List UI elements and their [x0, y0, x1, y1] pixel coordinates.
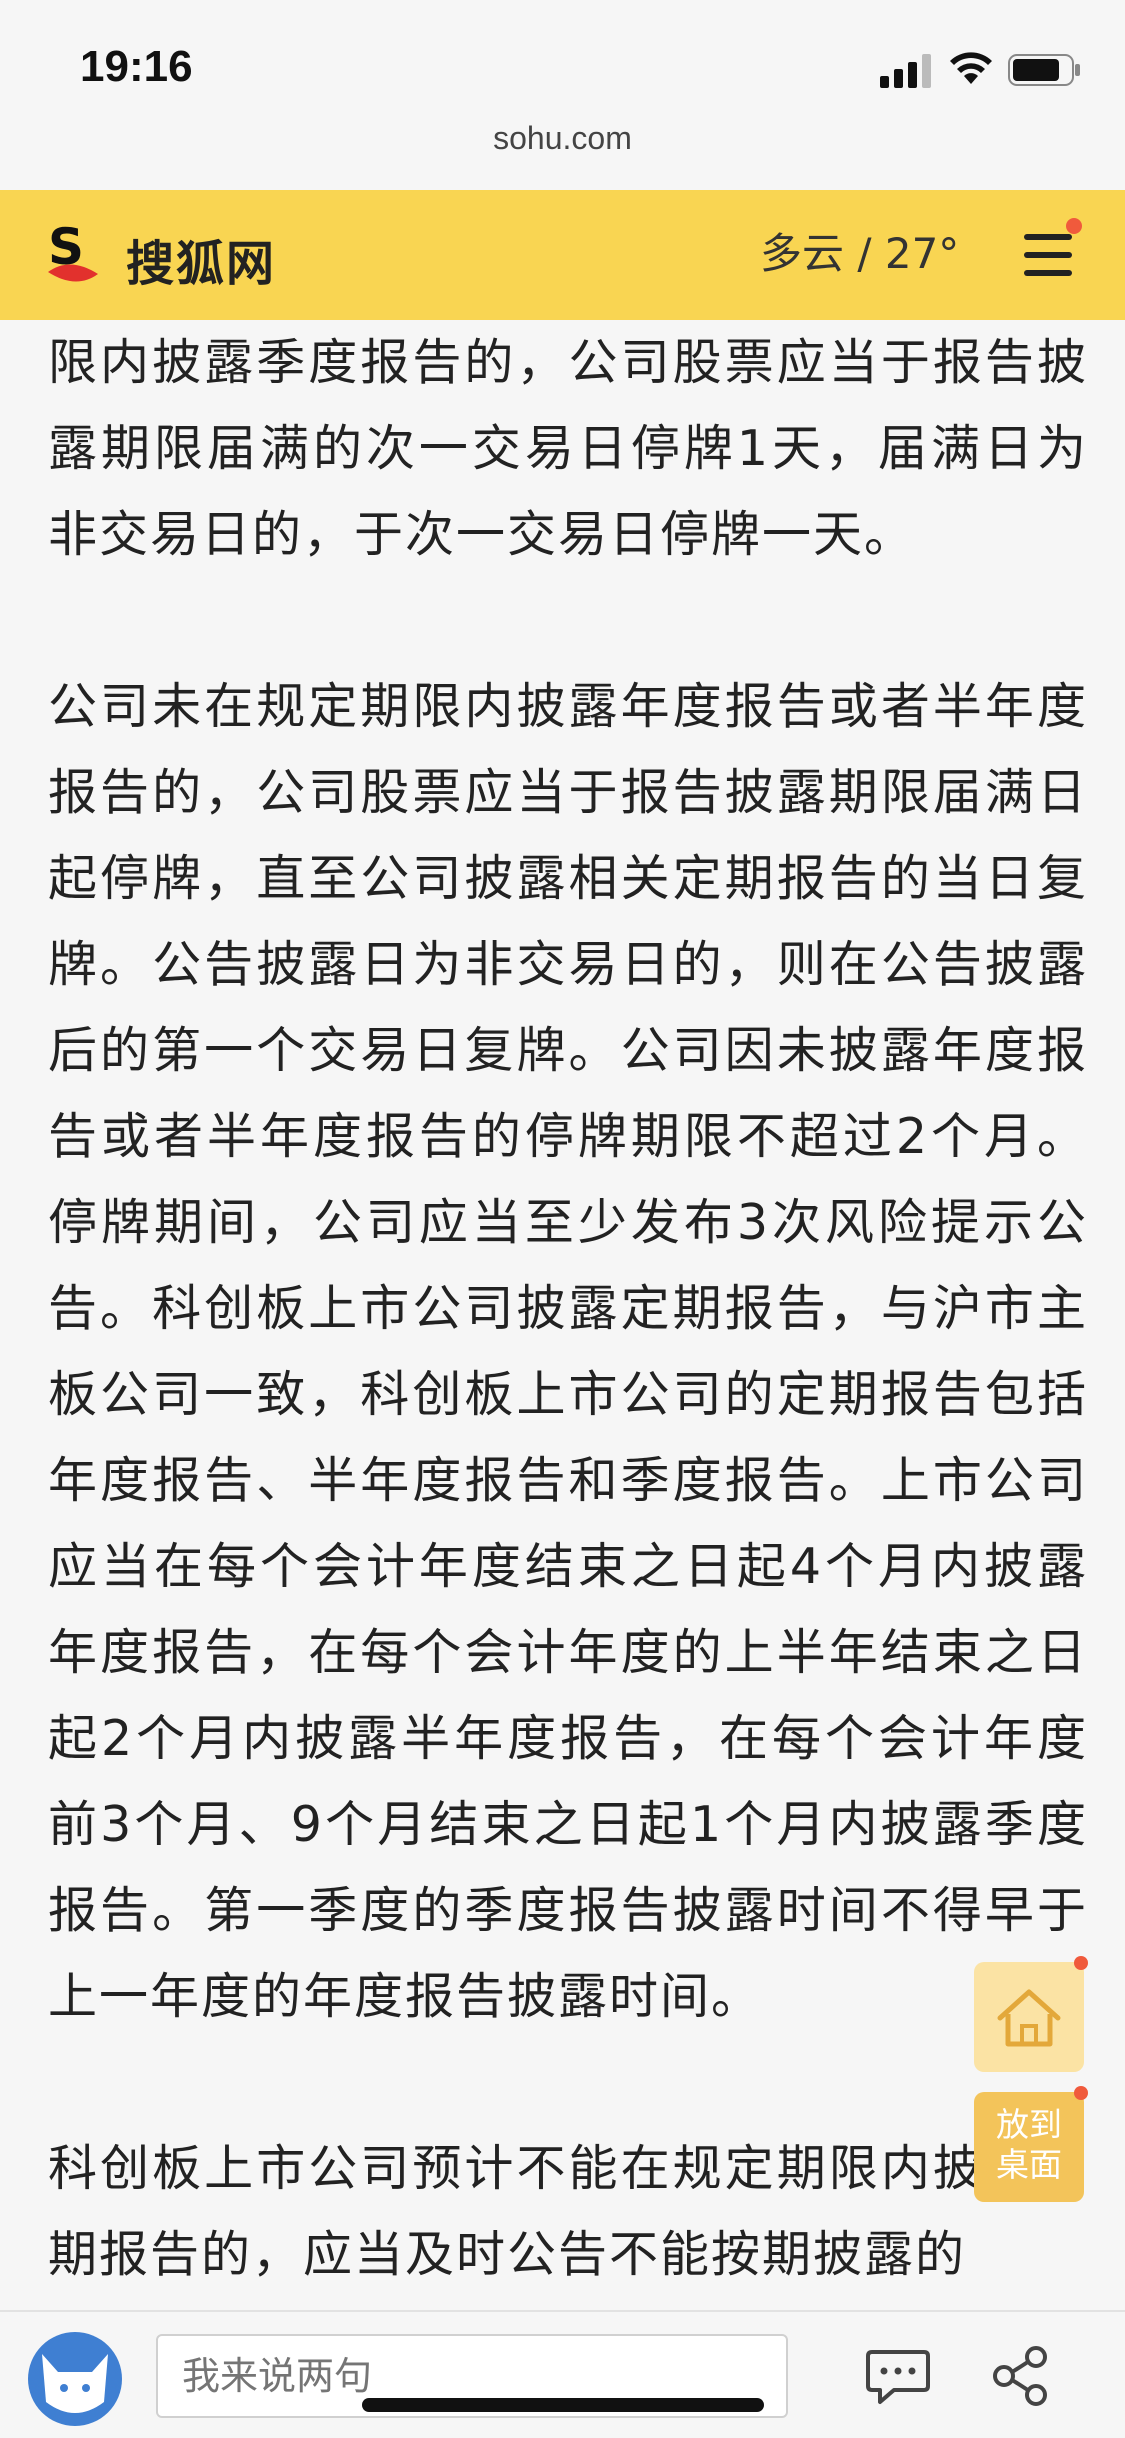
weather-info[interactable]: 多云 / 27° [760, 220, 959, 281]
share-icon[interactable] [988, 2344, 1052, 2408]
article-body: 限内披露季度报告的，公司股票应当于报告披露期限届满的次一交易日停牌1天，届满日为… [48, 320, 1088, 2310]
site-logo-text[interactable]: 搜狐网 [126, 224, 276, 294]
address-bar-url[interactable]: sohu.com [0, 120, 1125, 157]
fox-avatar-icon [42, 2354, 108, 2413]
svg-text:S: S [48, 220, 84, 276]
article-paragraph: 限内披露季度报告的，公司股票应当于报告披露期限届满的次一交易日停牌1天，届满日为… [48, 334, 1088, 563]
comment-icon[interactable] [866, 2348, 930, 2406]
site-header: S 搜狐网 多云 / 27° [0, 190, 1125, 320]
status-time: 19:16 [80, 42, 193, 91]
back-home-button[interactable] [974, 1956, 1088, 2072]
add-to-desktop-label: 桌面 [996, 2145, 1062, 2184]
avatar[interactable] [28, 2332, 122, 2426]
article-paragraph: 科创板上市公司预计不能在规定期限内披露定期报告的，应当及时公告不能按期披露的 [48, 2140, 1088, 2283]
menu-button[interactable] [1020, 218, 1082, 282]
sohu-logo-icon[interactable]: S [42, 220, 104, 290]
comment-bar [0, 2310, 1125, 2438]
status-bar: 19:16 sohu.com [0, 0, 1125, 156]
battery-icon [1008, 54, 1080, 86]
add-to-desktop-label: 放到 [996, 2105, 1062, 2144]
notification-dot [1074, 1956, 1088, 1970]
cellular-signal-icon [880, 54, 932, 88]
add-to-desktop-button[interactable]: 放到 桌面 [974, 2086, 1088, 2202]
home-icon [997, 1989, 1061, 2047]
home-indicator[interactable] [362, 2398, 764, 2412]
notification-dot [1066, 218, 1082, 234]
wifi-icon [950, 52, 992, 84]
notification-dot [1074, 2086, 1088, 2100]
article-paragraph: 公司未在规定期限内披露年度报告或者半年度报告的，公司股票应当于报告披露期限届满日… [48, 678, 1088, 2025]
